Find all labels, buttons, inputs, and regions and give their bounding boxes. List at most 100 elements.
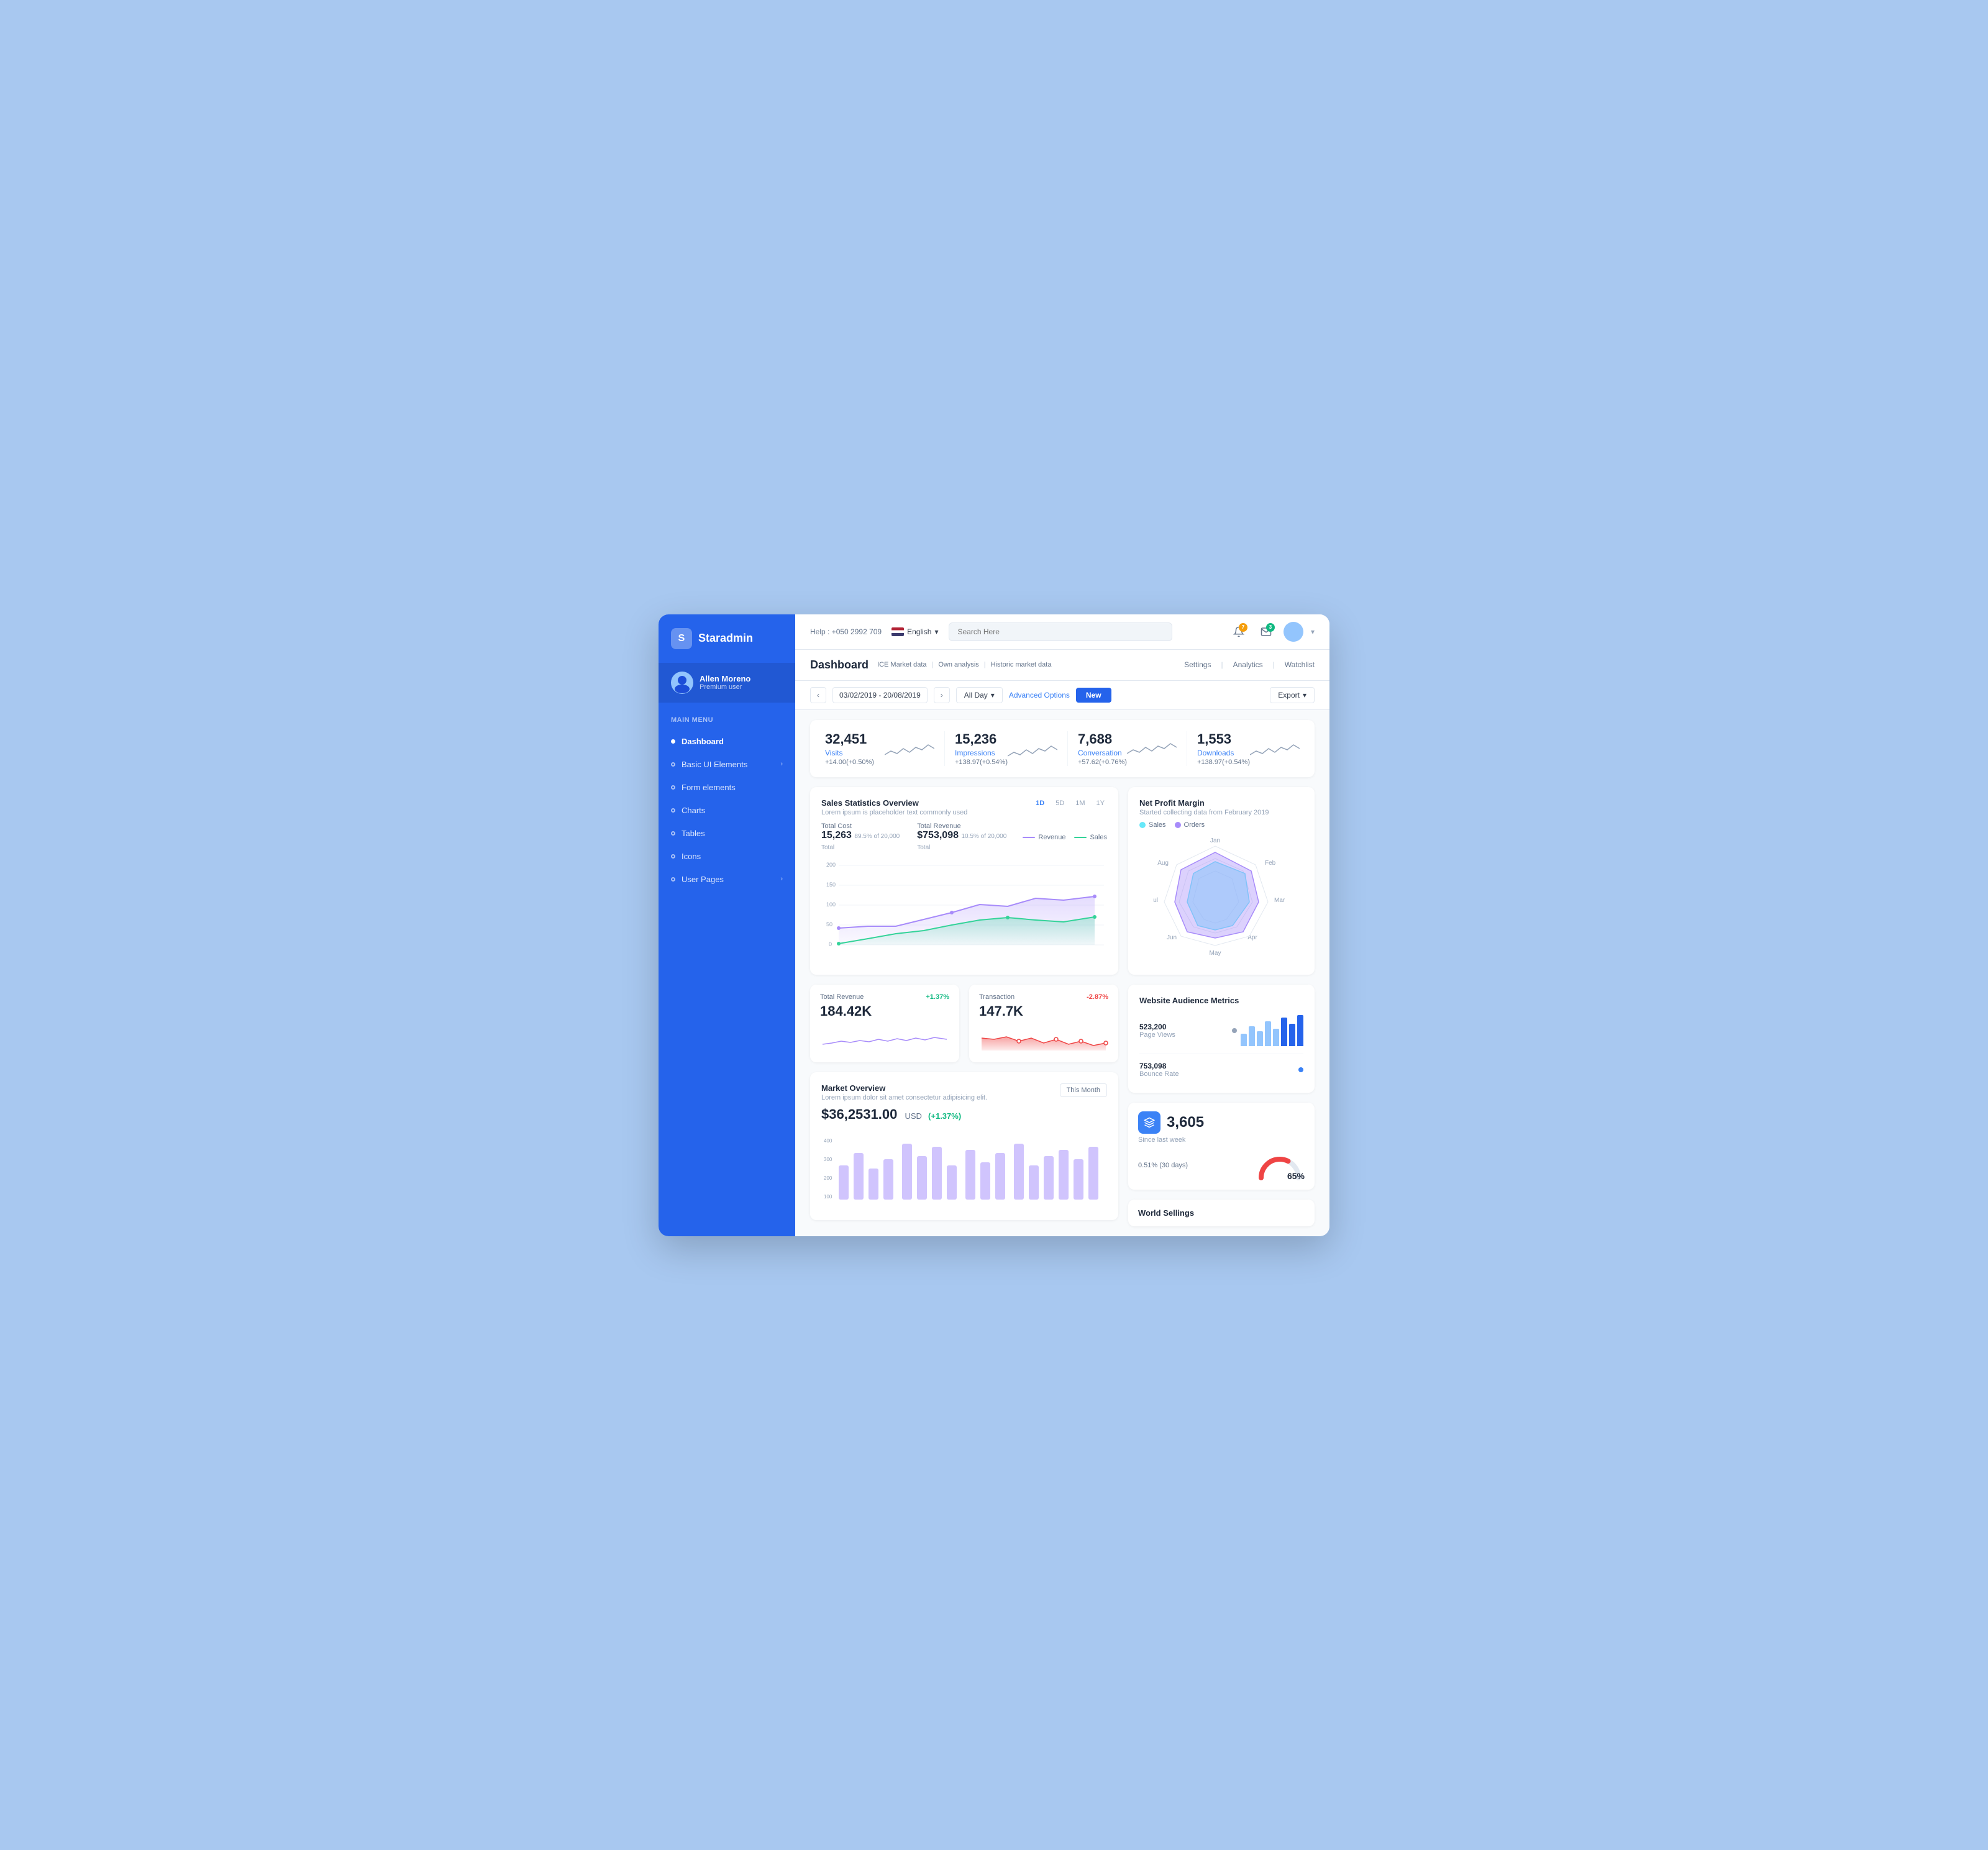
sidebar-item-label: Basic UI Elements: [682, 760, 747, 769]
svg-text:150: 150: [826, 882, 836, 888]
nav-dot: [671, 762, 675, 767]
user-avatar-top[interactable]: [1284, 622, 1303, 642]
breadcrumb-item: ICE Market data: [877, 661, 926, 668]
main-content: Help : +050 2992 709 English ▾ 7 3: [795, 614, 1329, 1236]
flag-icon: [891, 627, 904, 636]
notifications-button[interactable]: 7: [1229, 622, 1249, 642]
sales-stats-card: Sales Statistics Overview Lorem ipsum is…: [810, 787, 1118, 975]
legend-color: [1074, 837, 1087, 838]
watchlist-link[interactable]: Watchlist: [1285, 660, 1315, 669]
app-name: Staradmin: [698, 632, 753, 645]
stat-change: +57.62(+0.76%): [1078, 759, 1127, 766]
language-label: English: [907, 627, 931, 636]
all-day-selector[interactable]: All Day ▾: [956, 687, 1003, 703]
section-label: Main Menu: [659, 713, 795, 730]
nav-dot: [671, 808, 675, 813]
next-date-button[interactable]: ›: [934, 687, 950, 703]
dashboard-body: 32,451 Visits +14.00(+0.50%) 15,236 Impr…: [795, 710, 1329, 1236]
total-revenue-section: Total Revenue $753,098 10.5% of 20,000 T…: [917, 822, 1010, 852]
sidebar-item-icons[interactable]: Icons: [659, 845, 795, 868]
svg-text:200: 200: [826, 862, 836, 868]
bar: [1281, 1018, 1287, 1046]
logo-icon: S: [671, 628, 692, 649]
stat-downloads: 1,553 Downloads +138.97(+0.54%): [1187, 731, 1300, 766]
nav-dot: [671, 854, 675, 859]
search-input[interactable]: [949, 622, 1172, 641]
svg-text:Apr: Apr: [1247, 934, 1257, 941]
legend-color: [1139, 822, 1146, 828]
export-button[interactable]: Export ▾: [1270, 687, 1315, 703]
legend-sales: Sales: [1074, 834, 1107, 841]
stat-impressions: 15,236 Impressions +138.97(+0.54%): [944, 731, 1057, 766]
advanced-options-button[interactable]: Advanced Options: [1009, 691, 1070, 699]
stat-conversation: 7,688 Conversation +57.62(+0.76%): [1067, 731, 1177, 766]
market-currency: USD: [905, 1111, 921, 1121]
tab-1m[interactable]: 1M: [1073, 798, 1087, 808]
sidebar-item-form-elements[interactable]: Form elements: [659, 776, 795, 799]
legend-sales: Sales: [1139, 821, 1166, 829]
messages-button[interactable]: 3: [1256, 622, 1276, 642]
breadcrumb-item: Own analysis: [938, 661, 978, 668]
total-cost-label: Total Cost: [821, 822, 905, 830]
tab-5d[interactable]: 5D: [1053, 798, 1067, 808]
sidebar-item-user-pages[interactable]: User Pages ›: [659, 868, 795, 891]
nav-dot: [671, 739, 675, 744]
bottom-row: Total Revenue +1.37% 184.42K Transacti: [810, 985, 1315, 1226]
user-profile-section[interactable]: Allen Moreno Premium user: [659, 663, 795, 703]
stat-visits: 32,451 Visits +14.00(+0.50%): [825, 731, 934, 766]
card-subtitle: Lorem ipsum is placeholder text commonly…: [821, 809, 967, 816]
chevron-right-icon: ›: [780, 760, 783, 768]
new-button[interactable]: New: [1076, 688, 1111, 703]
sidebar-item-label: Form elements: [682, 783, 736, 792]
stat-value: 32,451: [825, 731, 874, 747]
tab-1y[interactable]: 1Y: [1094, 798, 1107, 808]
mini-card-value: 147.7K: [979, 1003, 1108, 1019]
chevron-down-icon: ▾: [1303, 691, 1306, 699]
settings-link[interactable]: Settings: [1184, 660, 1211, 669]
sales-tabs: 1D 5D 1M 1Y: [1033, 798, 1107, 808]
sidebar-item-label: User Pages: [682, 875, 724, 884]
user-name: Allen Moreno: [700, 674, 750, 683]
sidebar-item-dashboard[interactable]: Dashboard: [659, 730, 795, 753]
sparkline-transaction: [979, 1026, 1108, 1050]
total-cost-value: 15,263: [821, 830, 852, 841]
stat-change: +138.97(+0.54%): [1197, 759, 1250, 766]
sidebar: S Staradmin Allen Moreno Premium user Ma…: [659, 614, 795, 1236]
sidebar-logo[interactable]: S Staradmin: [659, 614, 795, 663]
sparkline-revenue: [820, 1026, 949, 1050]
svg-text:100: 100: [824, 1194, 832, 1200]
stat-value: 1,553: [1197, 731, 1250, 747]
language-selector[interactable]: English ▾: [891, 627, 938, 636]
help-text: Help : +050 2992 709: [810, 627, 882, 636]
sidebar-item-charts[interactable]: Charts: [659, 799, 795, 822]
stat-change: +14.00(+0.50%): [825, 759, 874, 766]
messages-badge: 3: [1266, 623, 1275, 632]
metric-value: 523,200: [1139, 1023, 1175, 1031]
legend-revenue: Revenue: [1023, 834, 1065, 841]
metric-label: Bounce Rate: [1139, 1070, 1179, 1078]
mini-card-label: Total Revenue: [820, 993, 864, 1001]
chevron-down-icon: ▾: [991, 691, 995, 699]
analytics-link[interactable]: Analytics: [1233, 660, 1263, 669]
market-header: Market Overview Lorem ipsum dolor sit am…: [821, 1083, 1107, 1101]
nav-dot: [671, 831, 675, 836]
bounce-rate-metric: 753,098 Bounce Rate: [1139, 1058, 1303, 1082]
sidebar-item-label: Dashboard: [682, 737, 724, 746]
bar: [1257, 1031, 1263, 1046]
sidebar-item-basic-ui[interactable]: Basic UI Elements ›: [659, 753, 795, 776]
legend-label: Orders: [1184, 821, 1205, 829]
this-month-button[interactable]: This Month: [1060, 1083, 1107, 1097]
legend-color: [1175, 822, 1181, 828]
stat-label: Downloads: [1197, 749, 1250, 757]
website-audience-card: Website Audience Metrics 523,200 Page Vi…: [1128, 985, 1315, 1093]
card-title: Net Profit Margin: [1139, 798, 1303, 808]
prev-date-button[interactable]: ‹: [810, 687, 826, 703]
breadcrumb-item: Historic market data: [991, 661, 1052, 668]
audience-metrics: 523,200 Page Views: [1139, 1011, 1303, 1082]
world-sellings-card: World Sellings: [1128, 1200, 1315, 1226]
date-range: 03/02/2019 - 20/08/2019: [832, 687, 928, 703]
svg-text:100: 100: [826, 901, 836, 908]
sidebar-item-tables[interactable]: Tables: [659, 822, 795, 845]
tab-1d[interactable]: 1D: [1033, 798, 1047, 808]
card-title: World Sellings: [1138, 1208, 1305, 1218]
